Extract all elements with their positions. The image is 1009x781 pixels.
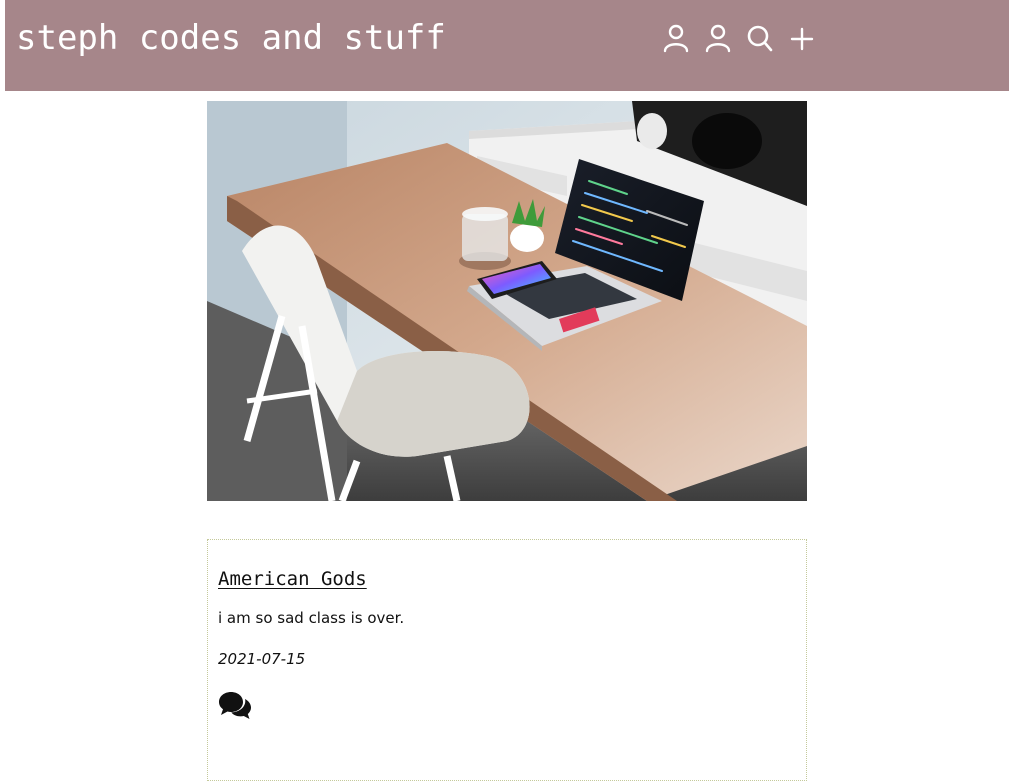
- workspace-photo-icon: [207, 101, 807, 501]
- user-icon[interactable]: [703, 22, 733, 54]
- search-icon[interactable]: [745, 22, 775, 54]
- hero-image: [207, 101, 807, 501]
- header-nav: [661, 22, 817, 54]
- plus-icon[interactable]: [787, 22, 817, 54]
- post-excerpt: i am so sad class is over.: [218, 609, 405, 627]
- site-title[interactable]: steph codes and stuff: [16, 18, 446, 58]
- post-card: American Gods i am so sad class is over.…: [207, 539, 807, 781]
- post-date: 2021-07-15: [218, 650, 306, 668]
- user-icon[interactable]: [661, 22, 691, 54]
- post-title[interactable]: American Gods: [218, 568, 367, 590]
- site-header: steph codes and stuff: [5, 0, 1009, 91]
- comments-icon[interactable]: [218, 690, 252, 720]
